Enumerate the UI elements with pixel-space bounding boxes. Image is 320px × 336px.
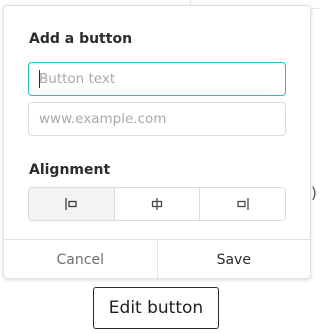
align-left-icon (65, 198, 77, 210)
edit-button[interactable]: Edit button (93, 287, 219, 329)
align-right-button[interactable] (200, 188, 285, 220)
align-right-icon (237, 198, 249, 210)
text-caret (39, 70, 40, 88)
button-text-input[interactable] (28, 62, 286, 96)
align-center-button[interactable] (114, 188, 201, 220)
add-button-popover: Add a button Alignment Cancel Save (3, 5, 311, 280)
align-center-icon (151, 198, 163, 210)
popover-footer: Cancel Save (4, 239, 310, 280)
popover-title: Add a button (29, 31, 133, 47)
alignment-label: Alignment (29, 162, 111, 178)
background-text-fragment: ) (311, 184, 317, 202)
cancel-button[interactable]: Cancel (4, 240, 158, 280)
align-left-button[interactable] (29, 188, 115, 220)
url-input[interactable] (28, 102, 286, 136)
alignment-segmented-control (28, 187, 286, 221)
save-button[interactable]: Save (158, 240, 311, 280)
